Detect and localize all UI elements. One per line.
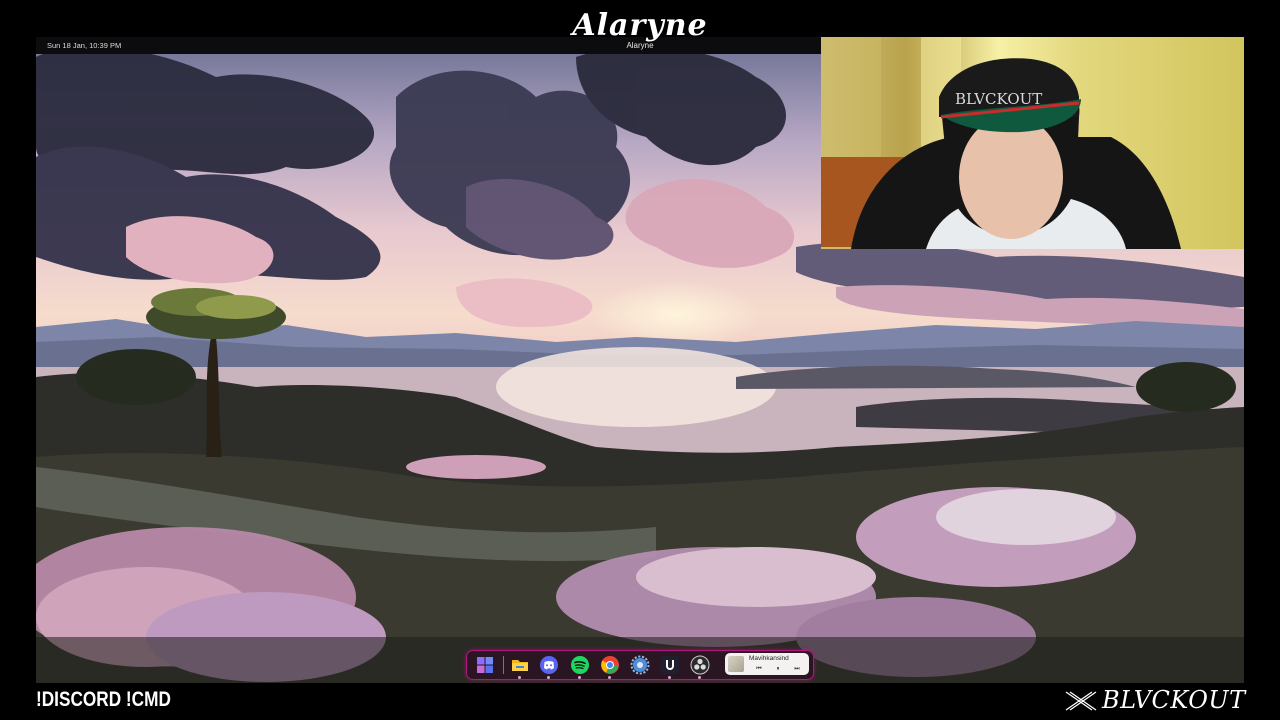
brand-logo: BLVCKOUT	[1064, 686, 1246, 716]
file-explorer-icon[interactable]	[510, 655, 530, 679]
media-title: Mavihkansind	[749, 655, 789, 662]
obs-icon[interactable]	[690, 655, 710, 679]
pause-icon[interactable]: ⏸	[772, 665, 784, 673]
spotify-icon[interactable]	[570, 655, 590, 679]
dock-separator	[503, 656, 504, 674]
webcam-feed: BLVCKOUT	[821, 37, 1244, 249]
next-track-icon[interactable]: ⏭	[791, 665, 803, 673]
cap-text: BLVCKOUT	[955, 90, 1042, 108]
webcam-person: BLVCKOUT	[821, 37, 1181, 249]
crossed-lines-icon	[1065, 691, 1097, 711]
chat-commands: !DISCORD !CMD	[36, 688, 171, 711]
ubisoft-icon[interactable]	[660, 655, 680, 679]
chrome-icon[interactable]	[600, 655, 620, 679]
windows-start-icon[interactable]	[475, 655, 495, 675]
discord-icon[interactable]	[539, 655, 559, 679]
settings-icon[interactable]	[630, 655, 650, 675]
taskbar-dock: Mavihkansind ⏮ ⏸ ⏭	[466, 650, 814, 680]
media-widget[interactable]: Mavihkansind ⏮ ⏸ ⏭	[725, 653, 809, 675]
previous-track-icon[interactable]: ⏮	[753, 665, 765, 673]
album-art	[728, 656, 744, 672]
brand-name: BLVCKOUT	[1102, 686, 1246, 714]
